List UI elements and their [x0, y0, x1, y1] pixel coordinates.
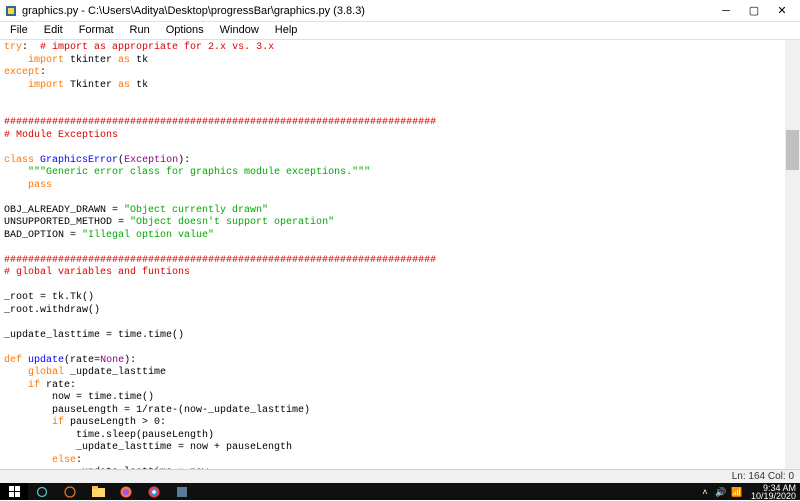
- code-editor[interactable]: try: # import as appropriate for 2.x vs.…: [0, 40, 800, 469]
- maximize-button[interactable]: ▢: [740, 1, 768, 21]
- minimize-button[interactable]: ─: [712, 1, 740, 21]
- firefox-icon[interactable]: [112, 483, 140, 500]
- menu-run[interactable]: Run: [122, 22, 158, 39]
- chrome-icon[interactable]: [140, 483, 168, 500]
- cortana-icon[interactable]: [28, 483, 56, 500]
- system-tray: ˄ 🔊 📶 9:34 AM 10/19/2020: [697, 484, 796, 500]
- volume-icon[interactable]: 🔊: [714, 485, 728, 499]
- menu-window[interactable]: Window: [212, 22, 267, 39]
- window-title: graphics.py - C:\Users\Aditya\Desktop\pr…: [22, 5, 712, 17]
- menubar: File Edit Format Run Options Window Help: [0, 22, 800, 40]
- anaconda-icon[interactable]: [56, 483, 84, 500]
- menu-options[interactable]: Options: [158, 22, 212, 39]
- taskbar: ˄ 🔊 📶 9:34 AM 10/19/2020: [0, 483, 800, 500]
- close-button[interactable]: ✕: [768, 1, 796, 21]
- start-button[interactable]: [0, 483, 28, 500]
- menu-file[interactable]: File: [2, 22, 36, 39]
- titlebar: graphics.py - C:\Users\Aditya\Desktop\pr…: [0, 0, 800, 22]
- idle-task-icon[interactable]: [168, 483, 196, 500]
- tray-chevron-icon[interactable]: ˄: [698, 485, 712, 499]
- menu-format[interactable]: Format: [71, 22, 122, 39]
- file-explorer-icon[interactable]: [84, 483, 112, 500]
- python-idle-icon: [4, 4, 18, 18]
- scroll-thumb[interactable]: [786, 130, 799, 170]
- window-controls: ─ ▢ ✕: [712, 1, 796, 21]
- vertical-scrollbar[interactable]: [785, 40, 800, 469]
- statusbar: Ln: 164 Col: 0: [0, 469, 800, 483]
- clock[interactable]: 9:34 AM 10/19/2020: [751, 484, 796, 500]
- wifi-icon[interactable]: 📶: [730, 485, 744, 499]
- menu-edit[interactable]: Edit: [36, 22, 71, 39]
- menu-help[interactable]: Help: [267, 22, 306, 39]
- code-content[interactable]: try: # import as appropriate for 2.x vs.…: [0, 40, 800, 469]
- cursor-position: Ln: 164 Col: 0: [732, 471, 794, 482]
